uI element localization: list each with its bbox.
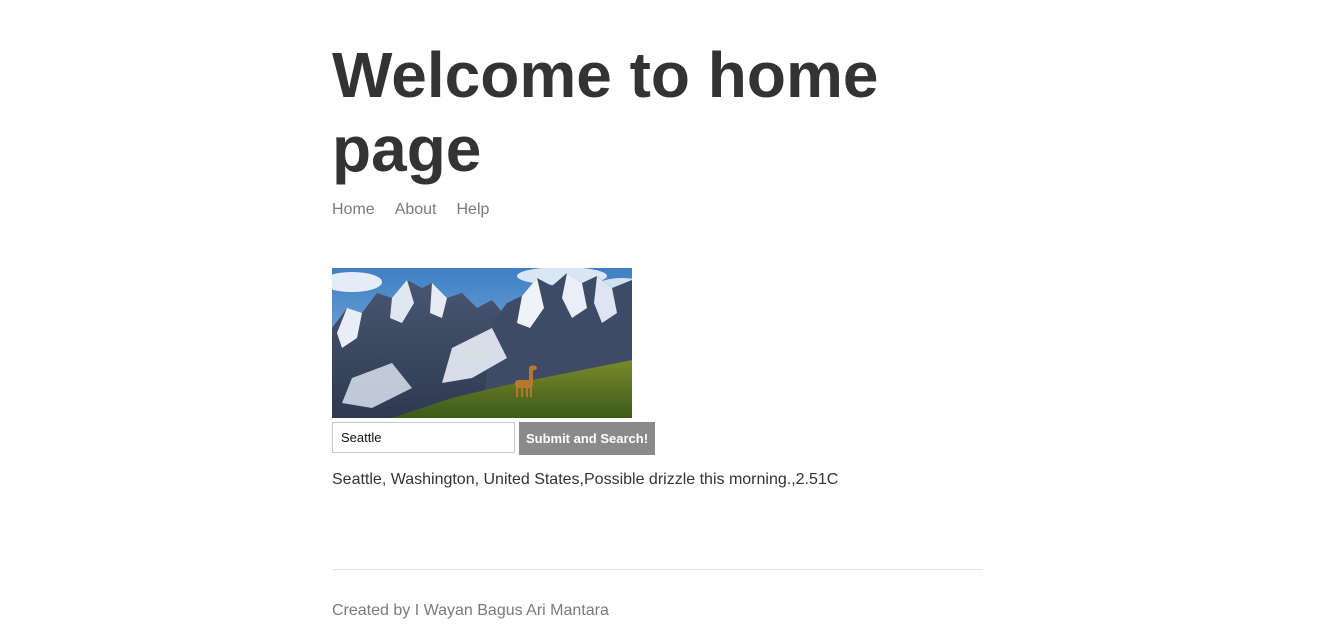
- submit-search-button[interactable]: Submit and Search!: [519, 422, 655, 455]
- page-title: Welcome to home page: [332, 39, 879, 185]
- footer-credit: Created by I Wayan Bagus Ari Mantara: [332, 602, 609, 619]
- footer-divider: [332, 569, 983, 570]
- nav-link-help[interactable]: Help: [457, 199, 490, 221]
- search-form: Submit and Search!: [332, 422, 655, 455]
- hero-image-svg: [332, 268, 632, 418]
- city-search-input[interactable]: [332, 422, 515, 453]
- main-nav: Home About Help: [332, 199, 509, 221]
- weather-result-text: Seattle, Washington, United States,Possi…: [332, 471, 839, 488]
- nav-link-about[interactable]: About: [395, 199, 437, 221]
- nav-link-home[interactable]: Home: [332, 199, 375, 221]
- hero-image-mountains-guanaco: [332, 268, 632, 418]
